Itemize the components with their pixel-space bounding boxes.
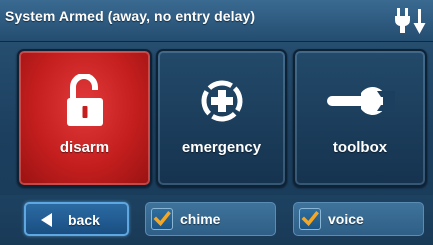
voice-checkbox[interactable] [299, 208, 321, 230]
checkmark-icon [153, 211, 171, 227]
open-padlock-icon [19, 73, 150, 129]
emergency-cross-icon [158, 73, 285, 129]
chime-checkbox[interactable] [151, 208, 173, 230]
toolbox-button[interactable]: toolbox [293, 49, 427, 187]
back-arrow-icon [41, 213, 52, 227]
chime-toggle[interactable]: chime [145, 202, 276, 236]
checkmark-icon [301, 211, 319, 227]
emergency-label: emergency [181, 139, 262, 156]
toolbox-label: toolbox [332, 139, 388, 156]
voice-toggle[interactable]: voice [293, 202, 424, 236]
emergency-button[interactable]: emergency [156, 49, 287, 187]
back-label: back [68, 212, 100, 228]
chime-label: chime [180, 211, 221, 227]
security-panel-screen: System Armed (away, no entry delay) disa… [0, 0, 433, 245]
wrench-icon [295, 73, 425, 129]
disarm-label: disarm [59, 139, 110, 156]
system-status-title: System Armed (away, no entry delay) [5, 8, 256, 24]
bottom-bar: back chime voice [0, 195, 433, 245]
back-button[interactable]: back [24, 202, 129, 236]
voice-label: voice [328, 211, 364, 227]
disarm-button[interactable]: disarm [17, 49, 152, 187]
ac-power-plug-icon [394, 6, 428, 36]
status-header: System Armed (away, no entry delay) [0, 0, 433, 42]
main-action-tiles: disarm emergency toolbox [0, 49, 433, 191]
